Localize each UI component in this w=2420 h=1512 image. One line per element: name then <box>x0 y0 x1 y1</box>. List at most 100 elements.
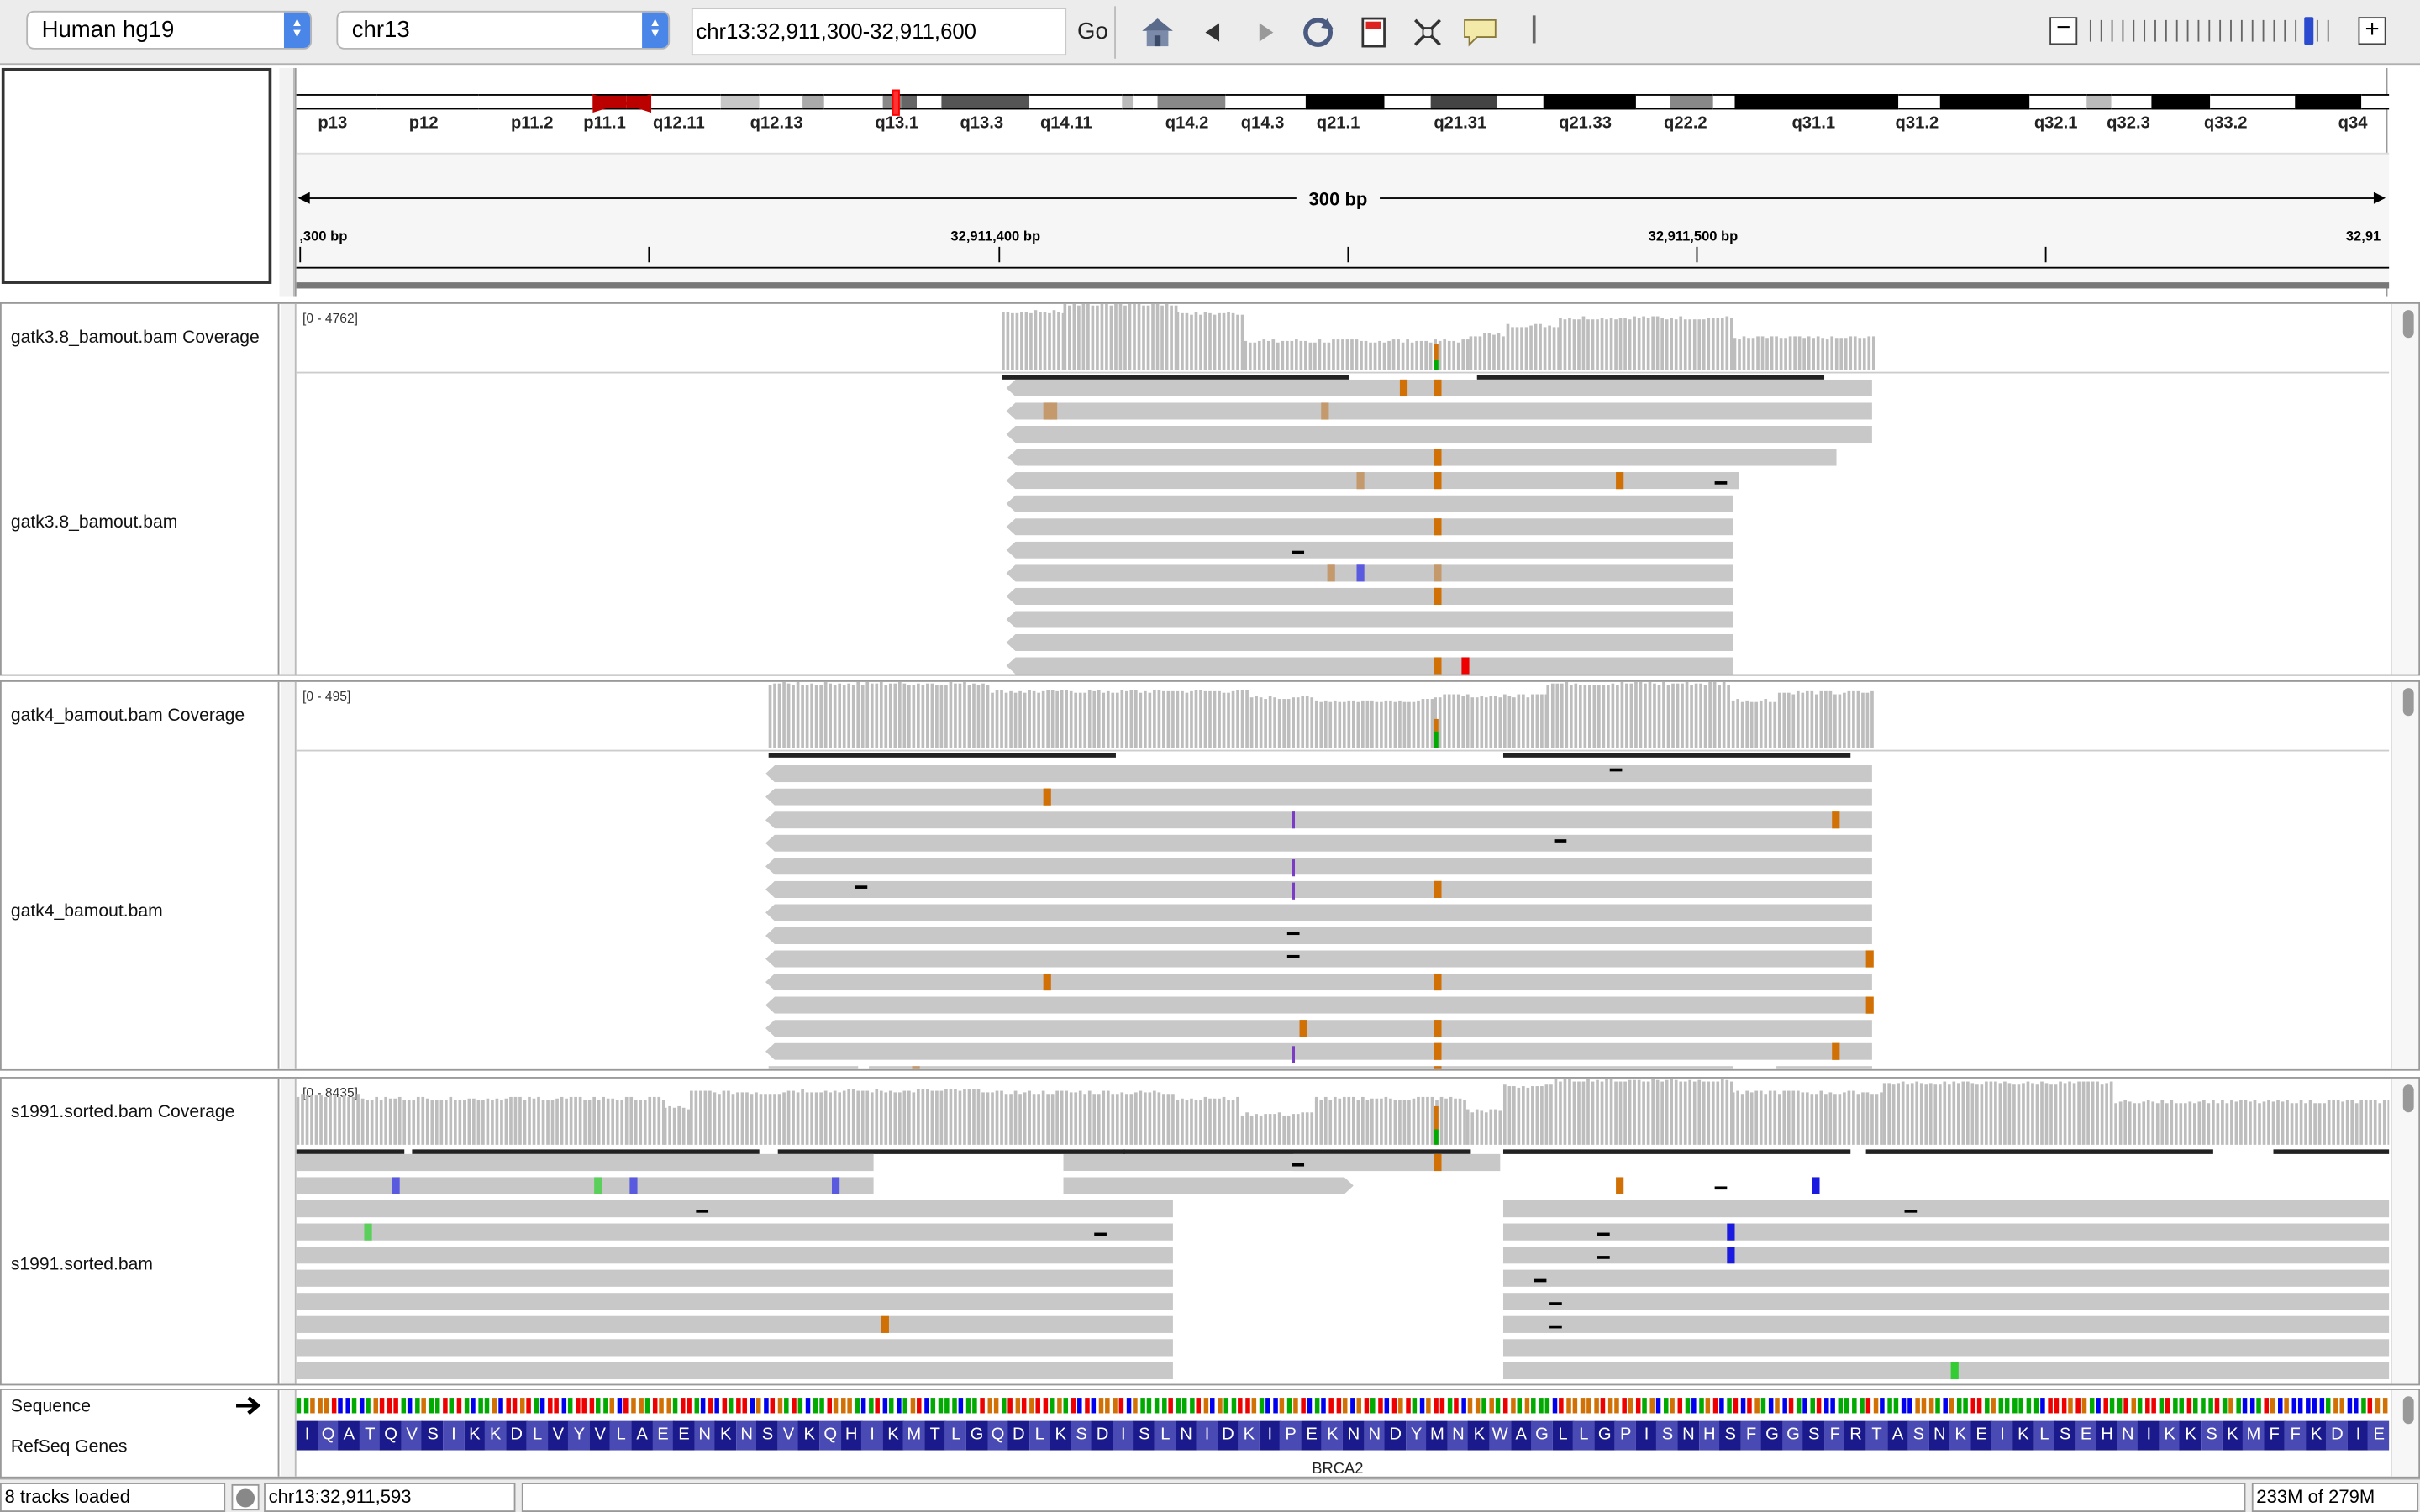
aligned-read[interactable] <box>1006 472 1739 490</box>
aligned-read[interactable] <box>1729 472 1739 490</box>
aligned-read[interactable] <box>1006 495 1733 512</box>
aligned-read[interactable] <box>296 1362 1173 1380</box>
feature-data-area[interactable]: IQATQVSIKKDLVYVLAEENKNSVKQHIKMTLGQDLKSDI… <box>296 1390 2390 1477</box>
aligned-read[interactable] <box>768 1066 859 1069</box>
aligned-read[interactable] <box>1006 402 1872 420</box>
aligned-read[interactable] <box>1502 1315 2390 1333</box>
aligned-read[interactable] <box>765 765 1872 783</box>
aligned-read[interactable] <box>296 1153 874 1172</box>
zoom-slider[interactable] <box>2086 0 2349 65</box>
aligned-read[interactable] <box>1502 1223 2390 1241</box>
sequence-base <box>1956 1398 1962 1414</box>
genome-dropdown[interactable]: Human hg19 ▲ ▼ <box>26 10 313 50</box>
track-name-gatk4-bam[interactable]: gatk4_bamout.bam <box>11 902 163 921</box>
chromosome-dropdown[interactable]: chr13 ▲ ▼ <box>336 10 671 50</box>
aligned-read[interactable] <box>296 1247 1173 1264</box>
track-name-gatk4-coverage[interactable]: gatk4_bamout.bam Coverage <box>11 706 245 725</box>
aligned-read[interactable] <box>296 1293 1173 1310</box>
aligned-read[interactable] <box>1006 633 1733 652</box>
chromosome-ideogram[interactable]: p13 p12 p11.2 p11.1 q12.11 q12.13 q13.1 q13.3 q1… <box>296 68 2390 145</box>
aligned-read[interactable] <box>765 927 1872 945</box>
coverage-bar <box>1906 1084 1910 1145</box>
aligned-read[interactable] <box>1502 1269 2390 1287</box>
locus-input[interactable]: chr13:32,911,300-32,911,600 <box>691 8 1067 56</box>
aligned-read[interactable] <box>296 1200 1173 1218</box>
track-name-gatk38-coverage[interactable]: gatk3.8_bamout.bam Coverage <box>11 328 260 347</box>
aligned-read[interactable] <box>296 1177 874 1194</box>
aligned-read[interactable] <box>869 1066 1733 1069</box>
aligned-read[interactable] <box>1502 1247 2390 1264</box>
aligned-read[interactable] <box>765 880 1872 898</box>
s1991-data-area[interactable]: [0 - 8435] <box>296 1078 2390 1384</box>
coverage-bar <box>1833 694 1837 748</box>
home-icon[interactable] <box>1139 14 1176 51</box>
aligned-read[interactable] <box>1006 611 1733 628</box>
aligned-read[interactable] <box>1006 657 1733 675</box>
aligned-read[interactable] <box>765 973 1872 991</box>
sequence-base <box>554 1398 560 1414</box>
aligned-read[interactable] <box>765 811 1872 829</box>
gatk38-data-area[interactable]: [0 - 4762] <box>296 303 2390 675</box>
aligned-read[interactable] <box>1006 518 1733 536</box>
aligned-read[interactable] <box>1007 449 1837 466</box>
resize-icon[interactable] <box>1409 14 1446 51</box>
aligned-read[interactable] <box>765 904 1872 921</box>
sequence-base <box>708 1398 713 1414</box>
track-name-s1991-coverage[interactable]: s1991.sorted.bam Coverage <box>11 1103 235 1121</box>
feature-scrollbar[interactable] <box>2391 1389 2419 1477</box>
aligned-read[interactable] <box>1006 564 1733 582</box>
sequence-base <box>910 1398 915 1414</box>
aligned-read[interactable] <box>296 1269 1173 1287</box>
zoom-thumb[interactable] <box>2304 17 2314 45</box>
track-name-sequence[interactable]: Sequence <box>11 1398 91 1416</box>
popup-info-icon[interactable] <box>1461 14 1498 51</box>
zoom-out-button[interactable]: − <box>2049 16 2078 45</box>
aligned-read[interactable] <box>1502 1200 2390 1218</box>
gene-label[interactable]: BRCA2 <box>1312 1461 1363 1476</box>
roi-icon[interactable] <box>1355 14 1392 51</box>
aligned-read[interactable] <box>765 950 1872 968</box>
coverage-bar <box>1583 685 1587 748</box>
track-name-refseq-genes[interactable]: RefSeq Genes <box>11 1438 128 1457</box>
aligned-read[interactable] <box>765 1042 1872 1060</box>
aligned-read[interactable] <box>1776 1066 1872 1069</box>
coverage-bar <box>847 1089 851 1145</box>
coverage-bar <box>1480 696 1484 748</box>
aligned-read[interactable] <box>296 1339 1173 1357</box>
coverage-bar <box>1796 1090 1800 1145</box>
gatk38-scrollbar[interactable] <box>2391 303 2419 675</box>
aligned-read[interactable] <box>296 1315 1173 1333</box>
sequence-base <box>1802 1398 1808 1414</box>
forward-icon[interactable] <box>1247 14 1284 51</box>
coverage-bar <box>908 685 911 748</box>
track-name-gatk38-bam[interactable]: gatk3.8_bamout.bam <box>11 514 177 533</box>
coverage-bar <box>1438 340 1442 370</box>
aligned-read[interactable] <box>1502 1362 2390 1380</box>
current-region-marker[interactable] <box>892 89 900 116</box>
aligned-read[interactable] <box>1502 1339 2390 1357</box>
zoom-in-button[interactable]: + <box>2358 17 2386 45</box>
gatk4-scrollbar[interactable] <box>2391 681 2419 1069</box>
coverage-bar <box>2003 1081 2007 1145</box>
strand-arrow-icon[interactable] <box>236 1396 264 1415</box>
aligned-read[interactable] <box>1006 587 1733 605</box>
aligned-read[interactable] <box>765 788 1872 806</box>
aligned-read[interactable] <box>765 1020 1872 1037</box>
aligned-read[interactable] <box>296 1223 1173 1241</box>
aligned-read[interactable] <box>1502 1293 2390 1310</box>
aligned-read[interactable] <box>765 834 1872 852</box>
aligned-read[interactable] <box>1006 425 1872 444</box>
back-icon[interactable] <box>1195 14 1232 51</box>
aligned-read[interactable] <box>1293 1153 1501 1172</box>
go-button[interactable]: Go <box>1077 13 1108 53</box>
aligned-read[interactable] <box>1006 541 1733 559</box>
gatk4-data-area[interactable]: [0 - 495] <box>296 681 2390 1069</box>
aligned-read[interactable] <box>765 858 1872 875</box>
aligned-read[interactable] <box>1064 1177 1354 1194</box>
track-name-s1991-bam[interactable]: s1991.sorted.bam <box>11 1256 153 1274</box>
sequence-base <box>819 1398 824 1414</box>
aligned-read[interactable] <box>765 996 1872 1014</box>
mismatch-base <box>1434 564 1442 582</box>
refresh-icon[interactable] <box>1300 14 1337 51</box>
s1991-scrollbar[interactable] <box>2391 1078 2419 1384</box>
